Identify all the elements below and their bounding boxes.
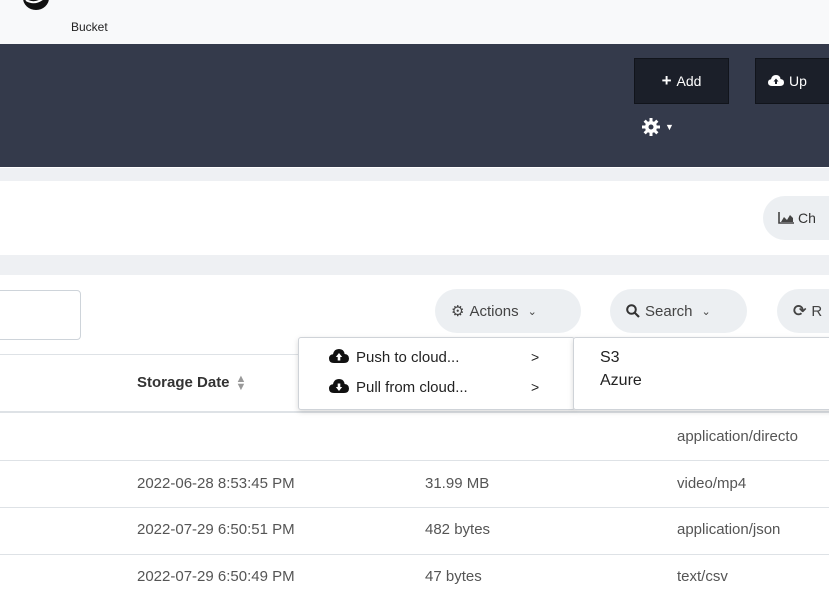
chevron-right-icon: > (531, 349, 540, 365)
submenu-item-s3[interactable]: S3 (600, 349, 620, 367)
upload-button-label: Up (789, 73, 807, 89)
top-strip (0, 0, 829, 44)
chevron-down-icon: ⌄ (701, 305, 711, 318)
add-button[interactable]: + Add (634, 58, 729, 104)
logo-icon[interactable] (22, 0, 50, 12)
filter-input[interactable] (0, 290, 81, 340)
cell-type: text/csv (677, 568, 728, 585)
sort-icon: ▲ ▼ (235, 372, 247, 393)
cloud-upload-icon (768, 75, 784, 86)
cell-size: 482 bytes (425, 521, 491, 538)
chart-button[interactable]: Ch (763, 196, 829, 240)
settings-dropdown-button[interactable]: ▼ (642, 118, 674, 136)
cloud-download-icon (329, 379, 349, 393)
cell-size: 31.99 MB (425, 475, 490, 492)
refresh-label: R (811, 302, 823, 320)
search-dropdown-button[interactable]: Search ⌄ (610, 289, 747, 333)
cloud-provider-submenu: S3 Azure (573, 337, 829, 410)
actions-label: Actions (469, 302, 519, 320)
menu-item-pull-from-cloud[interactable]: Pull from cloud... > (299, 376, 574, 398)
chart-button-label: Ch (798, 210, 816, 226)
row-divider (0, 507, 829, 508)
chevron-right-icon: > (531, 379, 540, 395)
pull-from-cloud-label: Pull from cloud... (356, 378, 468, 396)
gears-icon: ⚙ (451, 303, 465, 320)
actions-menu: Push to cloud... > Pull from cloud... > (298, 337, 575, 410)
row-divider (0, 460, 829, 461)
cell-size: 47 bytes (425, 568, 482, 585)
cell-type: application/directo (677, 428, 798, 445)
refresh-icon: ⟳ (793, 303, 807, 320)
cloud-upload-icon (329, 349, 349, 363)
cell-storage-date: 2022-07-29 6:50:51 PM (137, 521, 295, 538)
gear-icon (642, 118, 660, 136)
column-header-storage-date[interactable]: Storage Date ▲ ▼ (137, 372, 247, 393)
cell-storage-date: 2022-07-29 6:50:49 PM (137, 568, 295, 585)
cell-storage-date: 2022-06-28 8:53:45 PM (137, 475, 295, 492)
add-button-label: Add (676, 73, 702, 89)
chevron-down-icon: ⌄ (527, 305, 537, 318)
submenu-item-azure[interactable]: Azure (600, 372, 642, 390)
refresh-button[interactable]: ⟳ R (777, 289, 829, 333)
menu-item-push-to-cloud[interactable]: Push to cloud... > (299, 346, 574, 368)
caret-down-icon: ▼ (665, 122, 674, 132)
upload-button[interactable]: Up (755, 58, 829, 104)
cell-type: application/json (677, 521, 781, 538)
storage-date-header-label: Storage Date (137, 374, 230, 391)
actions-dropdown-button[interactable]: ⚙ Actions ⌄ (435, 289, 581, 333)
row-divider (0, 554, 829, 555)
cell-type: video/mp4 (677, 475, 747, 492)
brand-name: Bucket (71, 20, 108, 34)
search-label: Search (645, 302, 693, 320)
section-divider (0, 168, 829, 181)
table-header-border (0, 411, 829, 413)
section-divider (0, 255, 829, 275)
plus-icon: + (661, 71, 672, 90)
area-chart-icon (778, 212, 794, 224)
push-to-cloud-label: Push to cloud... (356, 348, 460, 366)
search-icon (626, 304, 640, 318)
